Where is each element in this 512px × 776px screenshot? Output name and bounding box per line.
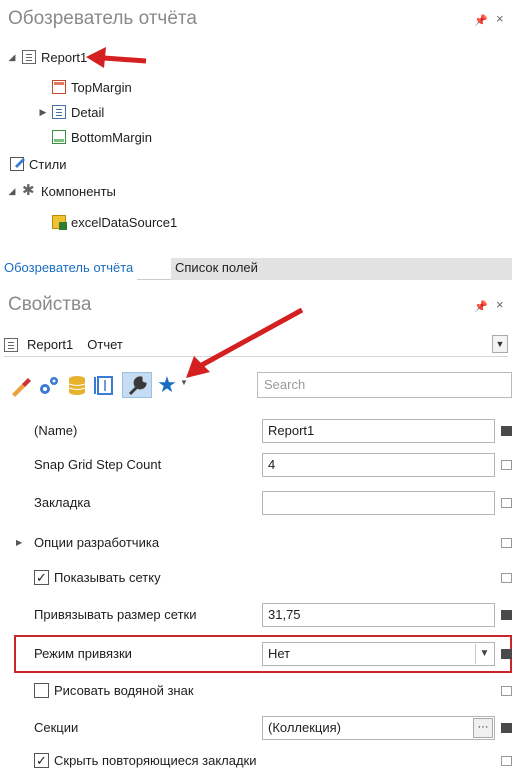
selected-object-type: Отчет bbox=[87, 337, 123, 352]
property-label: Показывать сетку bbox=[54, 570, 161, 585]
expand-icon[interactable]: ▶ bbox=[34, 107, 52, 118]
bookmark-field[interactable] bbox=[262, 491, 495, 515]
excel-data-source-icon bbox=[52, 215, 67, 230]
property-row-snap-mode: Режим привязки Нет ▼ bbox=[0, 639, 512, 669]
property-row-snap-grid: Snap Grid Step Count 4 bbox=[0, 450, 512, 480]
wrench-icon[interactable] bbox=[122, 372, 152, 398]
property-row-watermark: Рисовать водяной знак bbox=[0, 676, 512, 706]
detail-band-icon bbox=[52, 105, 66, 119]
styles-icon bbox=[10, 157, 25, 171]
tree-label-bottom-margin: BottomMargin bbox=[71, 129, 152, 145]
tree-item-top-margin[interactable]: TopMargin bbox=[52, 76, 132, 98]
database-icon[interactable] bbox=[64, 372, 90, 398]
pin-icon[interactable]: 📌 bbox=[474, 14, 488, 27]
tree-label-components: Компоненты bbox=[41, 183, 116, 199]
property-label: Режим привязки bbox=[34, 646, 132, 661]
sections-value: (Коллекция) bbox=[268, 720, 342, 735]
ellipsis-button[interactable]: ··· bbox=[473, 718, 493, 738]
property-label: Snap Grid Step Count bbox=[34, 457, 162, 472]
tree-item-detail[interactable]: ▶ Detail bbox=[34, 101, 105, 123]
watermark-checkbox[interactable] bbox=[34, 683, 49, 698]
properties-toolbar: ★ ▼ Search bbox=[0, 364, 512, 404]
object-selector[interactable]: Report1 Отчет ▼ bbox=[4, 333, 508, 357]
top-margin-band-icon bbox=[52, 80, 66, 94]
gear-icon: ✱ bbox=[22, 182, 35, 199]
tree-label-report: Report1 bbox=[41, 49, 88, 65]
tree-label-detail: Detail bbox=[71, 104, 105, 120]
properties-panel-title: Свойства bbox=[8, 294, 92, 315]
snap-mode-value: Нет bbox=[268, 646, 291, 661]
layout-icon[interactable] bbox=[92, 372, 118, 398]
arrow-to-report bbox=[86, 47, 147, 68]
property-row-dev-options[interactable]: ▶ Опции разработчика bbox=[0, 528, 512, 558]
tab-field-list[interactable]: Список полей bbox=[171, 258, 512, 280]
property-marker-icon bbox=[501, 723, 512, 733]
close-icon[interactable]: × bbox=[496, 297, 504, 312]
tree-label-styles: Стили bbox=[29, 156, 67, 172]
selected-object-name: Report1 bbox=[27, 337, 74, 352]
property-marker-icon bbox=[501, 756, 512, 766]
property-row-bookmark: Закладка bbox=[0, 488, 512, 518]
property-row-name: (Name) Report1 bbox=[0, 416, 512, 446]
report-icon bbox=[22, 50, 36, 64]
pin-icon[interactable]: 📌 bbox=[474, 300, 488, 313]
property-marker-icon bbox=[501, 610, 512, 620]
brush-icon[interactable] bbox=[8, 372, 34, 398]
tree-item-bottom-margin[interactable]: BottomMargin bbox=[52, 126, 152, 148]
snap-grid-field[interactable]: 4 bbox=[262, 453, 495, 477]
gears-icon[interactable] bbox=[36, 372, 62, 398]
property-label: (Name) bbox=[34, 423, 78, 438]
tree-item-components[interactable]: ◢ ✱ Компоненты bbox=[6, 180, 116, 202]
report-icon bbox=[4, 337, 18, 352]
collapse-icon[interactable]: ◢ bbox=[6, 186, 18, 197]
property-label: Опции разработчика bbox=[34, 535, 160, 550]
property-marker-icon bbox=[501, 573, 512, 583]
property-marker-icon bbox=[501, 649, 512, 659]
property-row-grid-size: Привязывать размер сетки 31,75 bbox=[0, 600, 512, 630]
property-label: Рисовать водяной знак bbox=[54, 683, 194, 698]
tree-item-styles[interactable]: Стили bbox=[10, 153, 66, 175]
close-icon[interactable]: × bbox=[496, 11, 504, 26]
property-marker-icon bbox=[501, 426, 512, 436]
property-label: Скрыть повторяющиеся закладки bbox=[54, 753, 257, 768]
chevron-down-icon[interactable]: ▼ bbox=[492, 335, 508, 353]
show-grid-checkbox[interactable]: ✓ bbox=[34, 570, 49, 585]
collapse-icon[interactable]: ◢ bbox=[6, 52, 18, 63]
property-row-sections: Секции (Коллекция) ··· bbox=[0, 713, 512, 743]
chevron-down-icon[interactable]: ▼ bbox=[475, 644, 493, 664]
grid-size-field[interactable]: 31,75 bbox=[262, 603, 495, 627]
property-label: Привязывать размер сетки bbox=[34, 607, 197, 622]
star-icon[interactable]: ★ bbox=[154, 372, 180, 398]
bottom-margin-band-icon bbox=[52, 130, 66, 144]
snap-mode-select[interactable]: Нет ▼ bbox=[262, 642, 495, 666]
name-field[interactable]: Report1 bbox=[262, 419, 495, 443]
tree-label-data-source: excelDataSource1 bbox=[71, 214, 178, 230]
explorer-panel-title: Обозреватель отчёта bbox=[8, 8, 197, 29]
property-marker-icon bbox=[501, 686, 512, 696]
tree-label-top-margin: TopMargin bbox=[71, 79, 132, 95]
property-label: Секции bbox=[34, 720, 79, 735]
property-label: Закладка bbox=[34, 495, 91, 510]
sections-field[interactable]: (Коллекция) ··· bbox=[262, 716, 495, 740]
expand-icon[interactable]: ▶ bbox=[16, 538, 22, 547]
hide-bookmarks-checkbox[interactable]: ✓ bbox=[34, 753, 49, 768]
tab-report-explorer[interactable]: Обозреватель отчёта bbox=[0, 258, 138, 280]
search-input[interactable]: Search bbox=[257, 372, 512, 398]
panel-tabs: Обозреватель отчёта Список полей bbox=[0, 258, 512, 280]
tree-item-data-source[interactable]: excelDataSource1 bbox=[52, 211, 177, 233]
chevron-down-icon[interactable]: ▼ bbox=[180, 378, 188, 387]
property-row-show-grid: ✓ Показывать сетку bbox=[0, 563, 512, 593]
property-marker-icon bbox=[501, 460, 512, 470]
property-marker-icon bbox=[501, 538, 512, 548]
tree-item-report[interactable]: ◢ Report1 bbox=[6, 46, 88, 68]
property-marker-icon bbox=[501, 498, 512, 508]
property-row-hide-bookmarks: ✓ Скрыть повторяющиеся закладки bbox=[0, 746, 512, 776]
